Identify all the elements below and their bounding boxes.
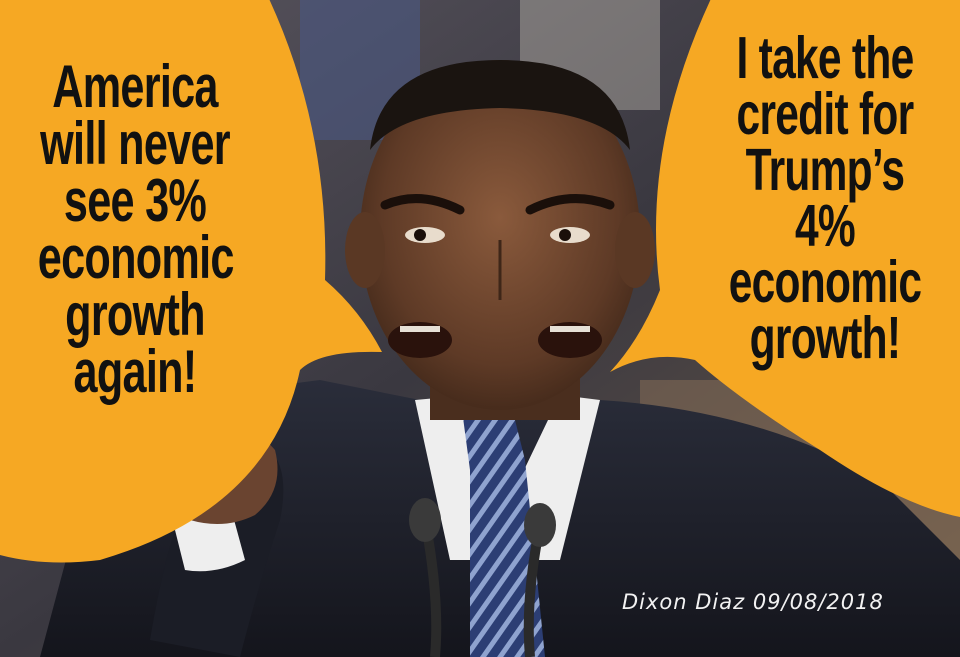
left-bubble-line: America bbox=[52, 53, 218, 120]
right-ear bbox=[615, 212, 655, 288]
right-bubble-line: I take the bbox=[736, 25, 915, 91]
left-bubble-text: America will never see 3% economic growt… bbox=[37, 53, 235, 405]
right-bubble-line: 4% bbox=[795, 193, 856, 259]
left-pupil bbox=[414, 229, 426, 241]
left-bubble-line: will never bbox=[40, 110, 230, 177]
right-bubble-line: Trump’s bbox=[745, 137, 905, 203]
right-bubble-line: economic bbox=[728, 249, 922, 315]
left-bubble-line: growth bbox=[65, 281, 205, 348]
right-pupil bbox=[559, 229, 571, 241]
right-bubble-line: credit for bbox=[736, 81, 915, 147]
signature: Dixon Diaz 09/08/2018 bbox=[622, 590, 884, 614]
right-bubble-line: growth! bbox=[749, 305, 901, 371]
left-bubble-line: economic bbox=[37, 224, 235, 291]
right-bubble-text: I take the credit for Trump’s 4% economi… bbox=[728, 25, 922, 371]
left-teeth bbox=[400, 326, 440, 332]
left-bubble-line: again! bbox=[73, 338, 198, 405]
left-ear bbox=[345, 212, 385, 288]
meme-image: America will never see 3% economic growt… bbox=[0, 0, 960, 657]
right-teeth bbox=[550, 326, 590, 332]
left-bubble-line: see 3% bbox=[63, 167, 207, 234]
